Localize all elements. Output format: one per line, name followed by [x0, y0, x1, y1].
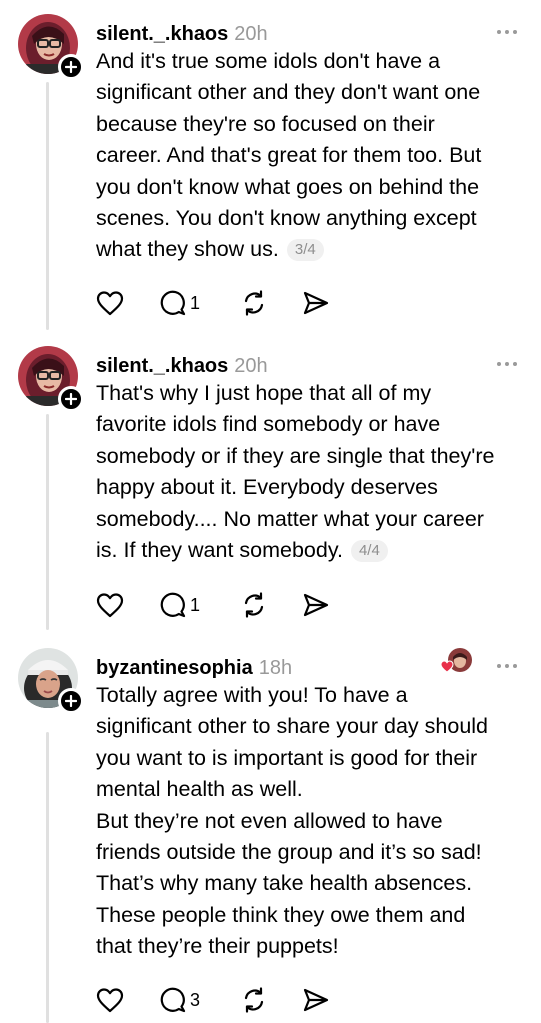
text-line-last: what they show us.: [96, 237, 279, 262]
send-arrow-icon: [303, 291, 329, 315]
text-line: Totally agree with you! To have a: [96, 683, 408, 707]
text-line: significant other to share your day shou…: [96, 714, 489, 739]
repost-arrows-icon: [244, 592, 264, 618]
action-bar: 3: [96, 985, 356, 1015]
thread-line: [46, 82, 49, 330]
comment-bubble-icon: [160, 592, 186, 618]
thread-pager-badge: 4/4: [350, 540, 388, 563]
like-button[interactable]: [96, 288, 124, 318]
reply-count: 1: [190, 594, 201, 615]
reply-button[interactable]: 3: [160, 985, 200, 1015]
share-button[interactable]: [302, 985, 330, 1015]
follow-plus-icon[interactable]: [58, 386, 84, 412]
text-line: somebody.... No matter what your career: [96, 506, 484, 531]
text-line: But they’re not even allowed to have: [96, 808, 443, 833]
thread-line: [46, 732, 49, 1023]
share-button[interactable]: [302, 590, 330, 620]
post-text: Totally agree with you! To have a signif…: [96, 680, 526, 963]
heart-outline-icon: [96, 988, 124, 1013]
comment-bubble-icon: [160, 987, 186, 1013]
repost-button[interactable]: [240, 985, 268, 1015]
thread-line: [46, 414, 49, 630]
reply-count: 1: [190, 292, 201, 313]
text-line: favorite idols find somebody or have: [96, 412, 441, 437]
repost-arrows-icon: [244, 987, 264, 1013]
reply-count: 3: [190, 989, 201, 1010]
more-dots-icon[interactable]: [497, 22, 517, 42]
text-line: happy about it. Everybody deserves: [96, 475, 438, 500]
text-line: friends outside the group and it’s so sa…: [96, 840, 482, 865]
heart-outline-icon: [96, 291, 124, 316]
post-text: That's why I just hope that all of my fa…: [96, 378, 526, 566]
post-header: silent._.khaos 20h: [96, 20, 268, 48]
action-bar: 1: [96, 590, 356, 620]
thread-pager-badge: 3/4: [286, 239, 324, 262]
text-line: what they show us. 3/4: [96, 234, 526, 265]
text-line: somebody or if they are single that they…: [96, 443, 495, 468]
post-text: And it's true some idols don't have a si…: [96, 46, 526, 266]
text-line: scenes. You don't know anything except: [96, 206, 477, 231]
timestamp: 18h: [258, 657, 293, 679]
text-line: you don't know what goes on behind the: [96, 174, 480, 199]
text-line: because they're so focused on their: [96, 111, 435, 136]
text-line: significant other and they don't want on…: [96, 80, 481, 105]
follow-plus-icon[interactable]: [58, 688, 84, 714]
timestamp: 20h: [234, 355, 268, 377]
like-button[interactable]: [96, 590, 124, 620]
username[interactable]: silent._.khaos: [96, 20, 228, 48]
text-line: that they’re their puppets!: [96, 934, 339, 959]
text-line-last: is. If they want somebody.: [96, 538, 343, 563]
username[interactable]: byzantinesophia: [96, 654, 253, 682]
more-dots-icon[interactable]: [497, 354, 517, 374]
comment-bubble-icon: [160, 290, 186, 316]
like-button[interactable]: [96, 985, 124, 1015]
text-line: These people think they owe them and: [96, 902, 466, 927]
share-button[interactable]: [302, 288, 330, 318]
text-line: you want to is important is good for the…: [96, 745, 478, 770]
timestamp: 20h: [234, 23, 268, 45]
post-1: silent._.khaos 20h And it's true some id…: [0, 14, 541, 334]
follow-plus-icon[interactable]: [58, 54, 84, 80]
action-bar: 1: [96, 288, 356, 318]
post-2: silent._.khaos 20h That's why I just hop…: [0, 346, 541, 636]
text-line: career. And that's great for them too. B…: [96, 143, 482, 168]
send-arrow-icon: [303, 988, 329, 1012]
text-line: And it's true some idols don't have a: [96, 49, 441, 73]
liked-heart-icon: [440, 660, 454, 678]
post-header: byzantinesophia 18h: [96, 654, 292, 682]
username[interactable]: silent._.khaos: [96, 352, 228, 380]
text-line: is. If they want somebody. 4/4: [96, 535, 526, 566]
reply-button[interactable]: 1: [160, 590, 200, 620]
heart-outline-icon: [96, 593, 124, 618]
repost-button[interactable]: [240, 288, 268, 318]
repost-button[interactable]: [240, 590, 268, 620]
more-dots-icon[interactable]: [497, 656, 517, 676]
post-3: byzantinesophia 18h Totally agree with y…: [0, 648, 541, 1023]
text-line: That’s why many take health absences.: [96, 871, 473, 896]
repost-arrows-icon: [244, 290, 264, 316]
reply-button[interactable]: 1: [160, 288, 200, 318]
text-line: mental health as well.: [96, 777, 303, 802]
text-line: That's why I just hope that all of my: [96, 381, 432, 405]
send-arrow-icon: [303, 593, 329, 617]
post-header: silent._.khaos 20h: [96, 352, 268, 380]
